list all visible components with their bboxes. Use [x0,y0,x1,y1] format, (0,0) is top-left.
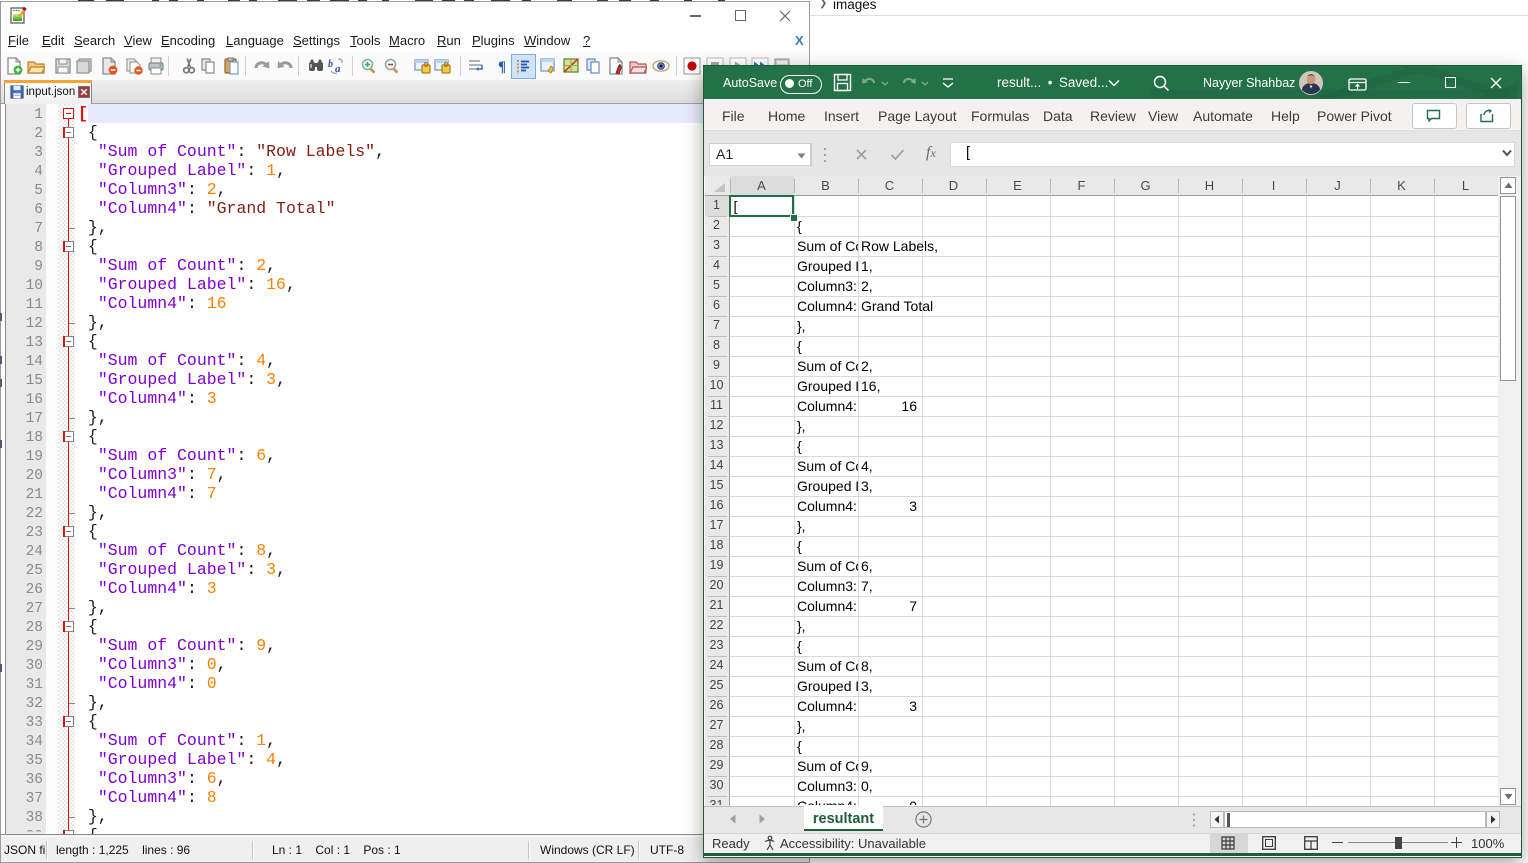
svg-text:¶: ¶ [498,59,506,75]
svg-text:b: b [328,59,333,70]
